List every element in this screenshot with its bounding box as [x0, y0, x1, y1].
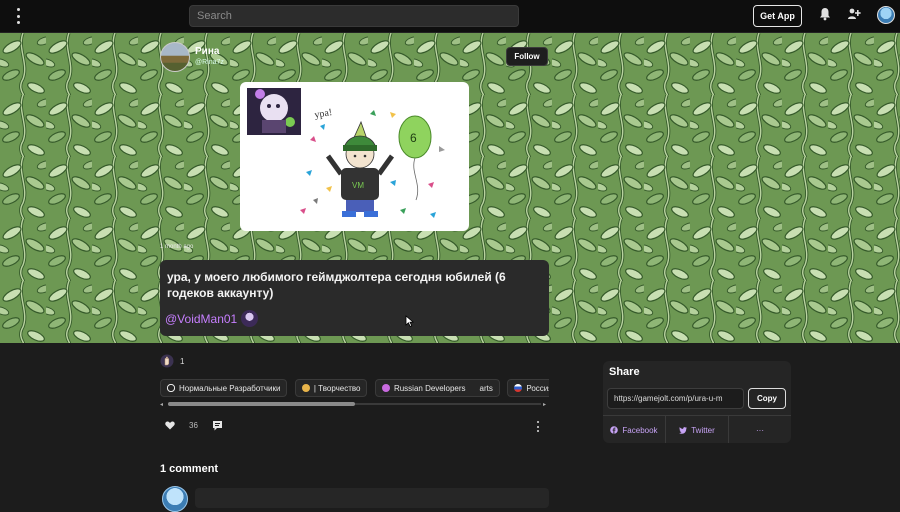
community-icon: [381, 384, 390, 392]
facebook-icon: [610, 426, 619, 434]
community-scrollbar[interactable]: ◂ ▸: [160, 401, 549, 408]
community-icon: [167, 384, 175, 392]
comment-author-avatar: [162, 486, 188, 512]
scrollbar-thumb[interactable]: [168, 402, 355, 406]
facebook-label: Facebook: [622, 425, 658, 435]
more-share-button[interactable]: ···: [729, 416, 791, 443]
facebook-share-button[interactable]: Facebook: [603, 416, 666, 443]
post-content-card: ура, у моего любимого геймджолтера сегод…: [160, 260, 549, 336]
top-navbar: Get App: [0, 0, 900, 33]
community-tag[interactable]: Russian Developers arts: [374, 379, 500, 397]
svg-text:VM: VM: [352, 181, 364, 190]
community-tag[interactable]: Нормальные Разработчики: [160, 379, 288, 397]
follow-button[interactable]: Follow: [506, 47, 548, 66]
community-tag-label: | Творчество: [313, 383, 361, 393]
comment-input[interactable]: [195, 488, 549, 508]
reaction-chip[interactable]: 1: [160, 354, 184, 368]
post-text: ура, у моего любимого геймджолтера сегод…: [167, 270, 506, 300]
twitter-icon: [679, 426, 688, 434]
community-tag-label: Россия в Gamejolt: [526, 383, 549, 393]
get-app-button[interactable]: Get App: [753, 5, 802, 27]
comment-icon[interactable]: [212, 420, 223, 431]
community-tags: Нормальные Разработчики | Творчество Rus…: [160, 379, 549, 399]
scroll-right-icon[interactable]: ▸: [543, 401, 546, 408]
main-menu-icon[interactable]: [12, 8, 24, 24]
share-url-field[interactable]: [607, 388, 744, 409]
twitter-label: Twitter: [691, 425, 715, 435]
bell-icon[interactable]: [819, 7, 831, 21]
more-share-icon: ···: [756, 425, 764, 435]
birthday-drawing: ура! VM 6: [247, 88, 445, 218]
mouse-cursor-icon: [405, 315, 414, 327]
copy-button[interactable]: Copy: [748, 388, 786, 409]
mention-avatar[interactable]: [241, 310, 259, 327]
author-avatar[interactable]: [160, 42, 190, 72]
community-tag[interactable]: | Творчество: [294, 379, 368, 397]
more-options-icon[interactable]: [536, 421, 540, 432]
share-panel: Share Copy Facebook Twitter ···: [603, 361, 791, 443]
reaction-count: 1: [180, 356, 185, 366]
post-timestamp: 1 month ago: [160, 244, 194, 250]
friends-icon[interactable]: [847, 7, 861, 21]
hand-reaction-icon: [160, 354, 174, 368]
like-count[interactable]: 36: [189, 421, 198, 430]
svg-text:ура!: ура!: [314, 107, 333, 121]
community-icon: [301, 384, 310, 392]
flag-icon: [514, 384, 523, 392]
community-tag-label: arts: [479, 383, 493, 393]
post-image[interactable]: ура! VM 6: [240, 82, 469, 231]
share-buttons-row: Facebook Twitter ···: [603, 415, 791, 443]
community-tag[interactable]: Россия в Gamejolt: [507, 379, 549, 397]
twitter-share-button[interactable]: Twitter: [666, 416, 729, 443]
scroll-left-icon[interactable]: ◂: [160, 401, 163, 408]
post-actions: 36: [165, 420, 223, 431]
author-handle[interactable]: @Rina7z: [195, 59, 224, 66]
mention-row: @VoidMan01: [165, 310, 259, 327]
community-tag-label: Russian Developers: [393, 383, 466, 393]
community-tag-label: Нормальные Разработчики: [179, 383, 281, 393]
author-name[interactable]: Рина: [195, 46, 219, 57]
svg-text:6: 6: [410, 131, 417, 145]
search-input[interactable]: [189, 5, 519, 27]
share-title: Share: [609, 366, 640, 378]
mention-link[interactable]: @VoidMan01: [165, 312, 237, 326]
user-avatar[interactable]: [877, 6, 895, 24]
heart-icon[interactable]: [165, 421, 175, 430]
comments-heading: 1 comment: [160, 463, 219, 475]
